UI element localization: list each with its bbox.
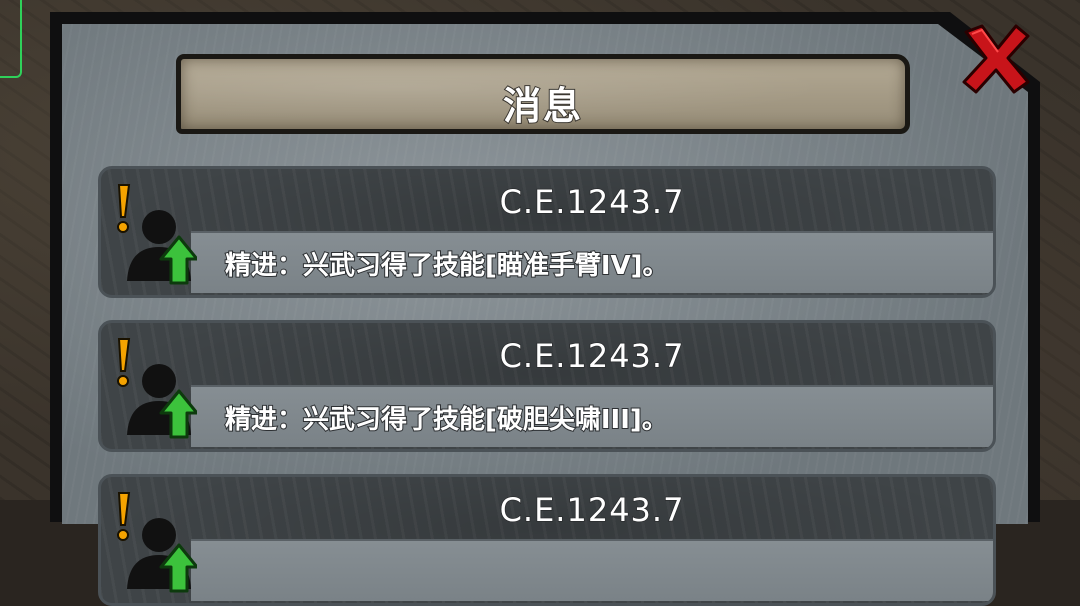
skill-upgrade-icon: [107, 331, 199, 441]
message-date: C.E.1243.7: [499, 490, 685, 530]
message-text: 精进：兴武习得了技能[破胆尖啸III]。: [224, 404, 669, 436]
side-panel-edge: [0, 0, 22, 78]
dialog-title-bar: 消息: [176, 54, 910, 134]
message-text-band: [191, 539, 993, 601]
dialog-title: 消息: [502, 83, 583, 129]
skill-upgrade-icon: [107, 485, 199, 595]
close-button[interactable]: [958, 20, 1034, 96]
message-text: 精进：兴武习得了技能[瞄准手臂IV]。: [224, 250, 670, 282]
message-item[interactable]: C.E.1243.7 精进：兴武习得了技能[破胆尖啸III]。: [98, 320, 996, 452]
message-date: C.E.1243.7: [499, 336, 685, 376]
message-item[interactable]: C.E.1243.7: [98, 474, 996, 606]
close-x-icon: [962, 24, 1030, 94]
message-item[interactable]: C.E.1243.7 精进：兴武习得了技能[瞄准手臂IV]。: [98, 166, 996, 298]
message-date: C.E.1243.7: [499, 182, 685, 222]
skill-upgrade-icon: [107, 177, 199, 287]
